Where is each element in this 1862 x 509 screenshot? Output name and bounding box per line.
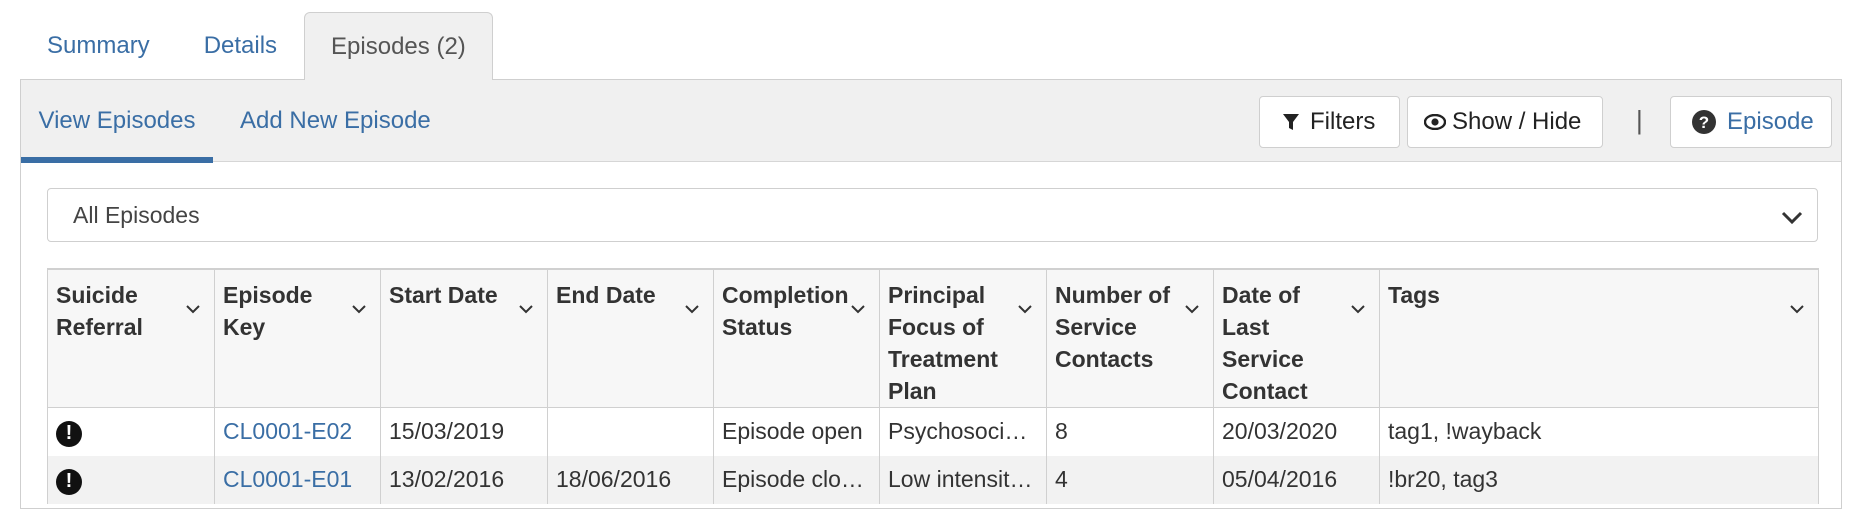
tab-episodes[interactable]: Episodes (2) xyxy=(304,12,493,80)
alert-icon: ! xyxy=(56,468,82,495)
column-header-tags[interactable]: Tags xyxy=(1379,268,1819,408)
column-label: Principal Focus of Treatment Plan xyxy=(888,282,998,404)
chevron-down-icon xyxy=(1781,205,1803,232)
tab-view-episodes[interactable]: View Episodes xyxy=(21,80,213,163)
tags-cell: !br20, tag3 xyxy=(1379,455,1819,504)
table-header-row: Suicide Referral Episode Key Start Date … xyxy=(47,268,1819,408)
column-header-episode-key[interactable]: Episode Key xyxy=(214,268,381,408)
episode-help-label: Episode xyxy=(1727,108,1814,135)
table-row[interactable]: ! CL0001-E02 15/03/2019 Episode open Psy… xyxy=(47,407,1819,456)
episodes-subbar: View Episodes Add New Episode Filters Sh… xyxy=(21,80,1841,163)
principal-focus-cell: Low intensity psychological intervention xyxy=(879,455,1047,504)
chevron-down-icon[interactable] xyxy=(685,290,699,322)
episode-key-link[interactable]: CL0001-E02 xyxy=(223,418,352,444)
column-label: End Date xyxy=(556,282,656,308)
completion-status-cell: Episode open xyxy=(713,407,880,456)
chevron-down-icon[interactable] xyxy=(186,290,200,322)
column-header-start-date[interactable]: Start Date xyxy=(380,268,548,408)
chevron-down-icon[interactable] xyxy=(851,290,865,322)
column-label: Suicide Referral xyxy=(56,282,143,340)
episode-help-button[interactable]: ? Episode xyxy=(1670,96,1832,148)
episode-key-cell: CL0001-E01 xyxy=(214,455,381,504)
column-header-principal-focus[interactable]: Principal Focus of Treatment Plan xyxy=(879,268,1047,408)
column-label: Start Date xyxy=(389,282,498,308)
start-date-cell: 13/02/2016 xyxy=(380,455,548,504)
filters-button-label: Filters xyxy=(1310,108,1376,135)
alert-icon: ! xyxy=(56,420,82,447)
svg-text:?: ? xyxy=(1699,113,1709,132)
episodes-table: Suicide Referral Episode Key Start Date … xyxy=(47,268,1819,504)
column-header-suicide-referral[interactable]: Suicide Referral xyxy=(47,268,215,408)
episode-key-cell: CL0001-E02 xyxy=(214,407,381,456)
end-date-cell: 18/06/2016 xyxy=(547,455,714,504)
episode-key-link[interactable]: CL0001-E01 xyxy=(223,466,352,492)
last-contact-cell: 05/04/2016 xyxy=(1213,455,1380,504)
tags-cell: tag1, !wayback xyxy=(1379,407,1819,456)
start-date-cell: 15/03/2019 xyxy=(380,407,548,456)
filter-icon xyxy=(1282,112,1300,132)
column-header-last-contact[interactable]: Date of Last Service Contact xyxy=(1213,268,1380,408)
column-header-completion-status[interactable]: Completion Status xyxy=(713,268,880,408)
end-date-cell xyxy=(547,407,714,456)
filters-button[interactable]: Filters xyxy=(1259,96,1400,148)
chevron-down-icon[interactable] xyxy=(352,290,366,322)
column-label: Number of Service Contacts xyxy=(1055,282,1170,372)
help-icon: ? xyxy=(1691,109,1717,135)
tab-details[interactable]: Details xyxy=(177,12,304,79)
column-label: Completion Status xyxy=(722,282,849,340)
table-row[interactable]: ! CL0001-E01 13/02/2016 18/06/2016 Episo… xyxy=(47,455,1819,504)
show-hide-button[interactable]: Show / Hide xyxy=(1407,96,1603,148)
principal-focus-cell: Psychosocial Support xyxy=(879,407,1047,456)
tab-summary[interactable]: Summary xyxy=(20,12,177,79)
show-hide-button-label: Show / Hide xyxy=(1452,108,1582,135)
suicide-referral-cell: ! xyxy=(47,455,215,504)
column-header-service-contacts[interactable]: Number of Service Contacts xyxy=(1046,268,1214,408)
episodes-panel: View Episodes Add New Episode Filters Sh… xyxy=(20,79,1842,509)
toolbar-separator: | xyxy=(1636,105,1643,135)
episode-filter-value: All Episodes xyxy=(73,201,200,228)
column-label: Tags xyxy=(1388,282,1440,308)
service-contacts-cell: 4 xyxy=(1046,455,1214,504)
chevron-down-icon[interactable] xyxy=(1018,290,1032,322)
episode-filter-select[interactable]: All Episodes xyxy=(47,188,1818,242)
last-contact-cell: 20/03/2020 xyxy=(1213,407,1380,456)
completion-status-cell: Episode closed - treatment concluded xyxy=(713,455,880,504)
chevron-down-icon[interactable] xyxy=(1351,290,1365,322)
service-contacts-cell: 8 xyxy=(1046,407,1214,456)
column-label: Date of Last Service Contact xyxy=(1222,282,1308,404)
eye-icon xyxy=(1424,114,1446,130)
column-header-end-date[interactable]: End Date xyxy=(547,268,714,408)
column-label: Episode Key xyxy=(223,282,313,340)
suicide-referral-cell: ! xyxy=(47,407,215,456)
chevron-down-icon[interactable] xyxy=(1790,290,1804,322)
chevron-down-icon[interactable] xyxy=(1185,290,1199,322)
tab-add-new-episode[interactable]: Add New Episode xyxy=(240,80,431,162)
top-tab-bar: Summary Details Episodes (2) xyxy=(20,12,493,80)
chevron-down-icon[interactable] xyxy=(519,290,533,322)
